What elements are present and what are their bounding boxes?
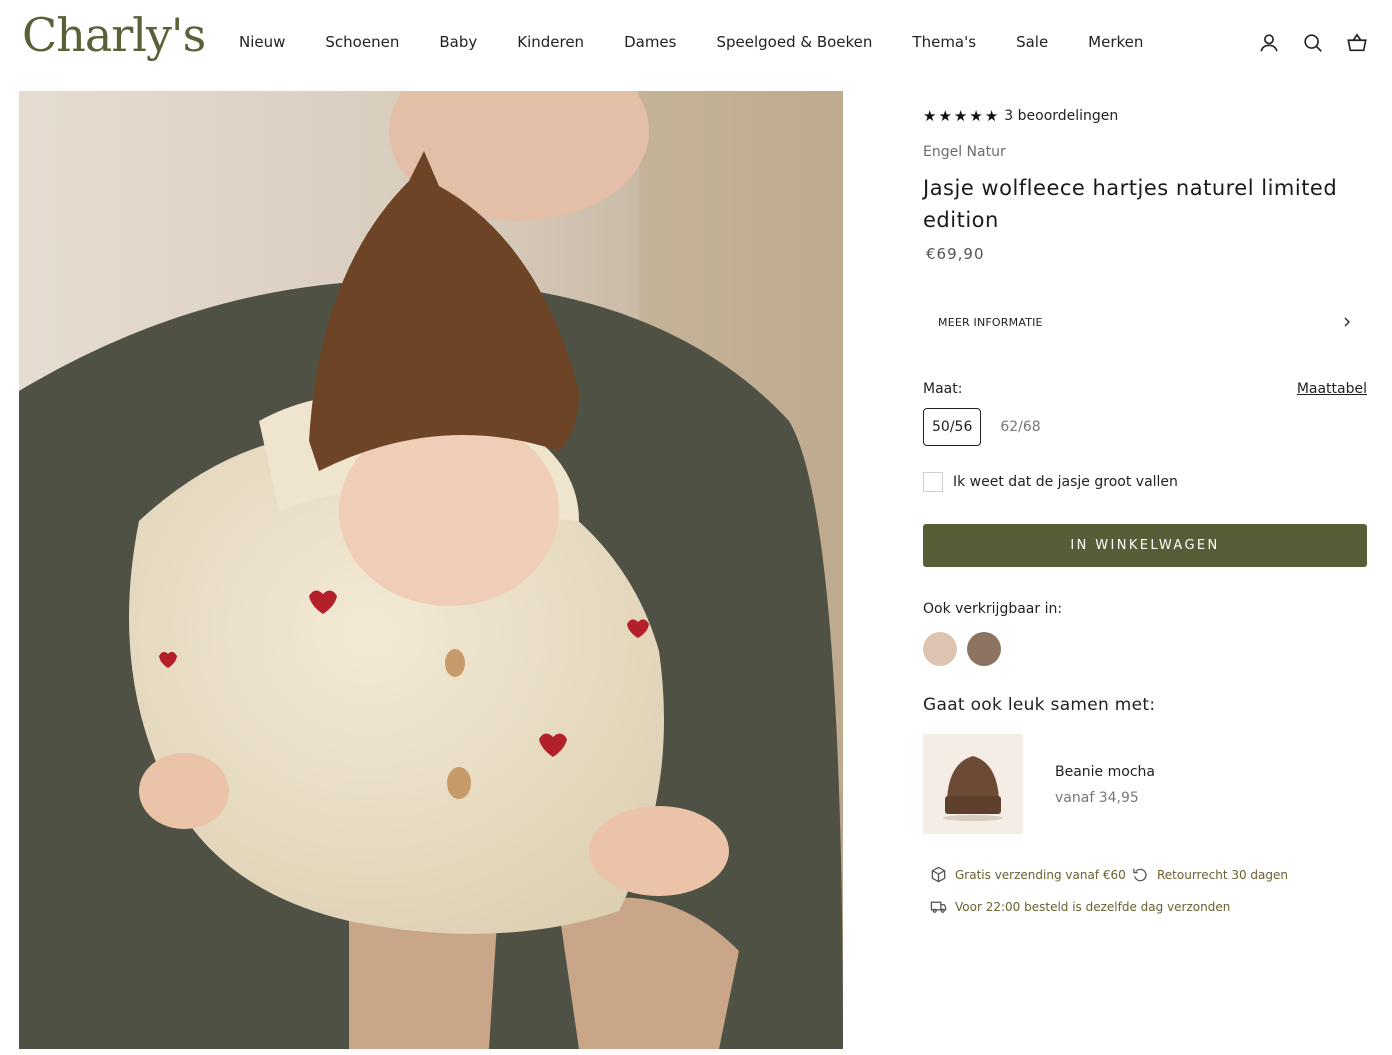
product-price: €69,90 — [926, 245, 985, 263]
also-available-label: Ook verkrijgbaar in: — [923, 601, 1063, 617]
related-product-price: vanaf 34,95 — [1055, 790, 1139, 806]
related-product-image[interactable] — [923, 734, 1023, 834]
usp-same-day-text: Voor 22:00 besteld is dezelfde dag verzo… — [955, 899, 1231, 914]
truck-icon — [930, 901, 947, 913]
rating-count[interactable]: 3 beoordelingen — [1004, 108, 1118, 124]
size-options: 50/56 62/68 — [923, 408, 1050, 446]
size-option-50-56[interactable]: 50/56 — [923, 408, 982, 446]
nav-item-sale[interactable]: Sale — [1016, 33, 1048, 51]
color-swatch-light[interactable] — [923, 632, 957, 666]
cart-icon[interactable] — [1346, 32, 1368, 58]
nav-item-schoenen[interactable]: Schoenen — [325, 33, 399, 51]
usp-free-shipping-text: Gratis verzending vanaf €60 — [955, 867, 1126, 882]
size-label: Maat: — [923, 381, 963, 397]
site-header: Charly's Nieuw Schoenen Baby Kinderen Da… — [0, 0, 1392, 90]
nav-item-dames[interactable]: Dames — [624, 33, 676, 51]
rating[interactable]: ★ ★ ★ ★ ★ 3 beoordelingen — [923, 108, 1118, 124]
color-swatches — [923, 632, 1001, 666]
size-option-62-68[interactable]: 62/68 — [991, 408, 1049, 446]
site-logo[interactable]: Charly's — [22, 12, 206, 58]
nav-item-kinderen[interactable]: Kinderen — [517, 33, 584, 51]
size-acknowledge-checkbox[interactable] — [923, 472, 943, 492]
related-product-name[interactable]: Beanie mocha — [1055, 764, 1155, 780]
nav-item-speelgoed-boeken[interactable]: Speelgoed & Boeken — [716, 33, 872, 51]
search-icon[interactable] — [1302, 32, 1324, 58]
color-swatch-brown[interactable] — [967, 632, 1001, 666]
more-info-label: MEER INFORMATIE — [938, 315, 1043, 329]
main-nav: Nieuw Schoenen Baby Kinderen Dames Speel… — [239, 33, 1183, 51]
star-icon: ★ — [953, 106, 968, 125]
product-title: Jasje wolfleece hartjes naturel limited … — [923, 176, 1338, 232]
product-image[interactable] — [19, 91, 843, 1049]
usp-returns-text: Retourrecht 30 dagen — [1157, 867, 1288, 882]
star-icon: ★ — [938, 106, 952, 125]
related-product-card[interactable]: Beanie mocha vanaf 34,95 — [923, 734, 1367, 834]
nav-item-nieuw[interactable]: Nieuw — [239, 33, 285, 51]
star-icon: ★ — [984, 106, 999, 125]
nav-item-themas[interactable]: Thema's — [912, 33, 976, 51]
size-acknowledge-label: Ik weet dat de jasje groot vallen — [953, 474, 1178, 490]
nav-item-baby[interactable]: Baby — [439, 33, 477, 51]
header-actions — [1258, 32, 1368, 58]
nav-item-merken[interactable]: Merken — [1088, 33, 1143, 51]
chevron-right-icon — [1344, 317, 1350, 327]
usp-free-shipping: Gratis verzending vanaf €60 — [930, 866, 1126, 883]
usp-returns: Retourrecht 30 dagen — [1132, 866, 1288, 883]
pairs-with-label: Gaat ook leuk samen met: — [923, 695, 1156, 715]
star-icon: ★ — [969, 106, 983, 125]
star-icon: ★ — [923, 106, 937, 125]
size-chart-link[interactable]: Maattabel — [1297, 381, 1367, 397]
add-to-cart-button[interactable]: IN WINKELWAGEN — [923, 524, 1367, 567]
size-acknowledge-row[interactable]: Ik weet dat de jasje groot vallen — [923, 472, 1178, 492]
more-info-toggle[interactable]: MEER INFORMATIE — [923, 307, 1367, 337]
package-icon — [931, 866, 946, 883]
account-icon[interactable] — [1258, 32, 1280, 58]
return-icon — [1133, 868, 1147, 882]
product-brand[interactable]: Engel Natur — [923, 144, 1006, 160]
usp-same-day: Voor 22:00 besteld is dezelfde dag verzo… — [930, 898, 1230, 915]
